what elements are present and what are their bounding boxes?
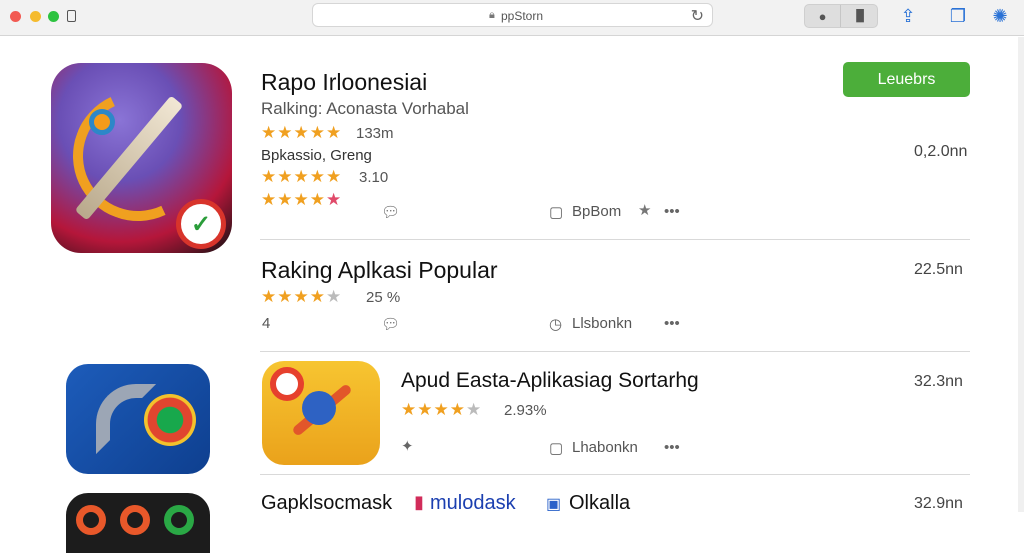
address-text: ppStorn xyxy=(501,9,544,23)
star-icon[interactable]: ★ xyxy=(638,201,651,219)
zoom-window-button[interactable] xyxy=(48,11,59,22)
close-window-button[interactable] xyxy=(10,11,21,22)
app-title[interactable]: Raking Aplkasi Popular xyxy=(261,257,498,284)
comment-icon[interactable]: 💬︎ xyxy=(381,203,400,221)
app-icon-2[interactable] xyxy=(66,364,210,474)
seller-name: BpBom xyxy=(572,203,622,220)
sidebar-toggle-icon[interactable] xyxy=(67,10,76,22)
comment-icon[interactable]: 💬︎ xyxy=(381,315,400,333)
rating-value: 3.10 xyxy=(359,169,389,186)
compass-icon[interactable]: ✺ xyxy=(988,4,1012,28)
app-size: 0,2.0nn xyxy=(914,143,968,160)
brand-icon: ▮ xyxy=(414,492,424,512)
share-icon[interactable]: ⇪ xyxy=(896,4,920,28)
reload-icon[interactable]: ↻ xyxy=(691,6,704,26)
split-view-icon[interactable]: ▐▌ xyxy=(842,5,878,27)
tabs-overview-icon[interactable]: ❐ xyxy=(946,4,970,28)
app-icon-4[interactable] xyxy=(66,493,210,553)
rating-stars: ★★★★★ xyxy=(261,123,343,142)
rating-stars: ★★★★★ xyxy=(261,167,343,186)
app-size: 32.3nn xyxy=(914,373,963,390)
scrollbar[interactable] xyxy=(1018,37,1024,512)
browser-toolbar: 🔒︎ ppStorn ↻ ● ▐▌ ⇪ ❐ ✺ xyxy=(0,0,1024,36)
rating-value: 25 % xyxy=(366,289,401,306)
more-icon[interactable]: ••• xyxy=(664,203,680,220)
lock-icon: 🔒︎ xyxy=(489,9,495,21)
toolbar-segment-control: ● ▐▌ xyxy=(804,4,878,28)
app-category: Bpkassio, Greng xyxy=(261,147,372,164)
app-size: 22.5nn xyxy=(914,261,963,278)
rating-stars: ★★★★★ xyxy=(261,190,343,209)
more-icon[interactable]: ••• xyxy=(664,439,680,456)
rating-stars: ★★★★★ xyxy=(261,287,343,306)
time-icon[interactable]: ◷ xyxy=(549,315,562,333)
app-icon-3[interactable] xyxy=(262,361,380,465)
brand-icon: ▣ xyxy=(546,496,562,513)
rating-value: 2.93% xyxy=(504,402,547,419)
rating-count: 133m xyxy=(356,125,394,142)
minimize-window-button[interactable] xyxy=(30,11,41,22)
clipboard-icon[interactable]: ▢ xyxy=(549,203,563,221)
app-icon-1[interactable]: ✓ xyxy=(51,63,232,253)
app-subtitle: Ralking: Aconasta Vorhabal xyxy=(261,99,469,118)
checkmark-badge-icon: ✓ xyxy=(176,199,226,249)
apple-icon[interactable]: ● xyxy=(805,5,841,27)
more-icon[interactable]: ••• xyxy=(664,315,680,332)
row-divider xyxy=(260,351,970,352)
seller-name: Llsbonkn xyxy=(572,315,633,332)
clipboard-icon[interactable]: ▢ xyxy=(549,439,563,457)
row-divider xyxy=(260,239,970,240)
app-list: ✓ Rapo Irloonesiai Ralking: Aconasta Vor… xyxy=(0,37,1024,553)
app-title[interactable]: Rapo Irloonesiai xyxy=(261,69,427,96)
row-divider xyxy=(260,474,970,475)
get-button[interactable]: Leuebrs xyxy=(843,62,970,97)
app-title[interactable]: Apud Easta-Aplikasiag Sortarhg xyxy=(401,369,699,393)
pin-icon[interactable]: ✦ xyxy=(401,437,414,455)
seller-name: Lhabonkn xyxy=(572,439,638,456)
app-size: 32.9nn xyxy=(914,495,963,512)
rank-number: 4 xyxy=(262,315,271,332)
address-bar[interactable]: 🔒︎ ppStorn ↻ xyxy=(312,3,713,27)
rating-stars: ★★★★★ xyxy=(401,400,483,419)
